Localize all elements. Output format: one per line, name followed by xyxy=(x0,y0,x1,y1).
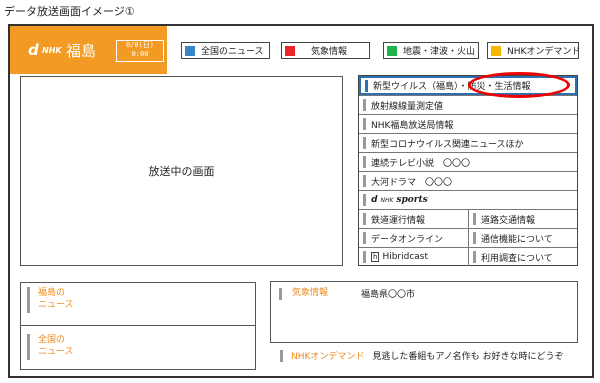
menu-item-road-info[interactable]: 道路交通情報 xyxy=(468,209,577,228)
menu-item-label: 通信機能について xyxy=(481,234,553,245)
menu-item-survey[interactable]: 利用調査について xyxy=(468,247,577,266)
national-news-line2: ニュース xyxy=(38,347,74,357)
menu-item-train-info[interactable]: 鉄道運行情報 xyxy=(359,209,468,228)
tab-earthquake[interactable]: 地震・津波・火山 xyxy=(383,42,479,59)
menu-item-label: 道路交通情報 xyxy=(481,215,536,226)
sports-logo-d: d xyxy=(371,195,378,205)
highlight-oval xyxy=(468,72,570,98)
station-logo: d NHK 福島 0/0(日) 0:00 xyxy=(10,26,167,74)
menu-item-radiation[interactable]: 放射線線量測定値 xyxy=(359,95,577,114)
broadcast-screen-label: 放送中の画面 xyxy=(148,165,215,178)
sports-logo-nhk: NHK xyxy=(380,196,394,204)
menu-item-label: 連続テレビ小説 〇〇〇 xyxy=(371,158,471,169)
ondemand-banner[interactable]: NHKオンデマンド 見逃した番組もアノ名作も お好きな時にどうぞ xyxy=(280,349,563,362)
menu-item-communication[interactable]: 通信機能について xyxy=(468,228,577,247)
logo-nhk: NHK xyxy=(42,46,62,55)
blue-button-icon xyxy=(185,45,195,56)
menu-item-covid-news[interactable]: 新型コロナウイルス関連ニュースほか xyxy=(359,133,577,152)
menu-item-data-online[interactable]: データオンライン xyxy=(359,228,468,247)
red-button-icon xyxy=(285,45,295,56)
weather-location: 福島県〇〇市 xyxy=(361,290,416,300)
menu-item-label: 放射線線量測定値 xyxy=(371,101,444,112)
tab-label: 気象情報 xyxy=(311,47,348,57)
tab-national-news[interactable]: 全国のニュース xyxy=(181,42,270,59)
logo-d-mark: d xyxy=(28,41,39,59)
data-menu: 新型ウイルス（福島）・防災・生活情報 放射線線量測定値 NHK福島放送局情報 新… xyxy=(358,75,578,266)
yellow-button-icon xyxy=(491,45,501,56)
menu-item-station-info[interactable]: NHK福島放送局情報 xyxy=(359,114,577,133)
menu-item-label: 大河ドラマ 〇〇〇 xyxy=(371,177,453,188)
menu-item-label: データオンライン xyxy=(371,234,444,245)
tab-label: 全国のニュース xyxy=(201,47,264,57)
green-button-icon xyxy=(387,45,397,56)
ondemand-text: 見逃した番組もアノ名作も お好きな時にどうぞ xyxy=(372,352,564,362)
page-title: データ放送画面イメージ① xyxy=(4,5,135,18)
clock-date: 0/0(日) xyxy=(125,41,155,49)
menu-item-taiga-drama[interactable]: 大河ドラマ 〇〇〇 xyxy=(359,171,577,190)
menu-item-hibridcast[interactable]: h Hibridcast xyxy=(359,247,468,266)
fukushima-news-line2: ニュース xyxy=(38,300,74,310)
menu-item-nhk-sports[interactable]: d NHK sports xyxy=(359,190,577,209)
weather-panel[interactable]: 気象情報 福島県〇〇市 xyxy=(270,281,578,343)
clock-time: 0:00 xyxy=(131,50,149,58)
menu-item-label: 利用調査について xyxy=(481,253,553,264)
ondemand-label: NHKオンデマンド xyxy=(291,352,365,362)
tab-label: 地震・津波・火山 xyxy=(403,47,476,57)
clock-display: 0/0(日) 0:00 xyxy=(116,40,164,62)
weather-label: 気象情報 xyxy=(292,288,329,298)
logo-place: 福島 xyxy=(66,42,97,60)
fukushima-news-button[interactable]: 福島の ニュース xyxy=(27,287,74,313)
fukushima-news-line1: 福島の xyxy=(38,288,66,298)
menu-item-label: 鉄道運行情報 xyxy=(371,215,426,226)
menu-item-morning-drama[interactable]: 連続テレビ小説 〇〇〇 xyxy=(359,152,577,171)
tab-nhk-ondemand[interactable]: NHKオンデマンド xyxy=(487,42,581,59)
national-news-line1: 全国の xyxy=(38,335,66,345)
tab-weather[interactable]: 気象情報 xyxy=(281,42,370,59)
menu-item-label: NHK福島放送局情報 xyxy=(371,120,454,131)
menu-item-label: Hibridcast xyxy=(382,252,429,262)
menu-item-label: 新型コロナウイルス関連ニュースほか xyxy=(371,139,524,150)
sports-logo-word: sports xyxy=(396,195,428,205)
broadcast-screen: 放送中の画面 xyxy=(20,76,343,266)
national-news-button[interactable]: 全国の ニュース xyxy=(27,334,74,360)
hibridcast-h-icon: h xyxy=(371,252,380,262)
divider xyxy=(20,325,256,326)
tab-label: NHKオンデマンド xyxy=(507,47,581,57)
